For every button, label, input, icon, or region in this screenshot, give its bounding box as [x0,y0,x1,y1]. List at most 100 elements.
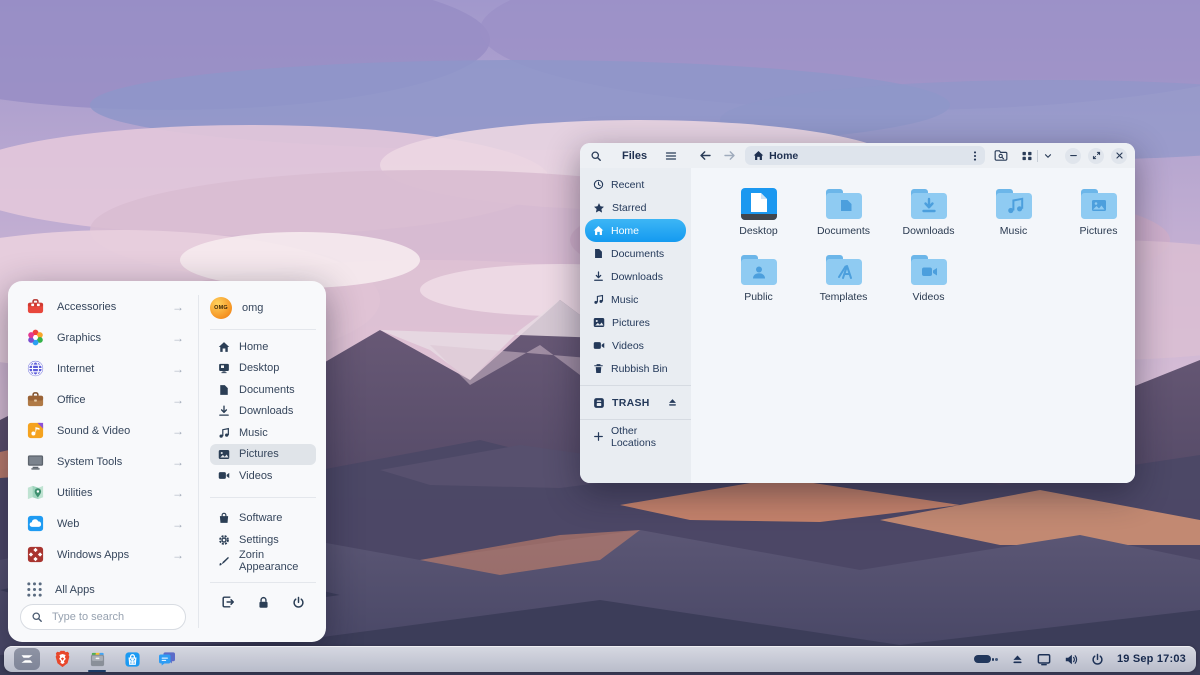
submenu-arrow-icon: → [172,300,184,314]
place-downloads[interactable]: Downloads [210,401,316,423]
place-label: Pictures [239,448,279,460]
place-label: Music [239,427,268,439]
home-icon [753,150,764,161]
submenu-arrow-icon: → [172,331,184,345]
menu-item-zorin-appearance[interactable]: Zorin Appearance [210,551,316,573]
category-windows-apps[interactable]: Windows Apps → [8,539,198,570]
back-button[interactable] [695,147,715,165]
sidebar-item-home[interactable]: Home [585,219,686,242]
sidebar-item-other-locations[interactable]: Other Locations [585,425,686,448]
menu-item-settings[interactable]: Settings [210,529,316,551]
path-bar[interactable]: Home [745,146,985,165]
folder-item-documents[interactable]: Documents [801,186,886,252]
sidebar-item-pictures[interactable]: Pictures [585,311,686,334]
place-videos[interactable]: Videos [210,465,316,487]
sidebar-item-rubbish-bin[interactable]: Rubbish Bin [585,357,686,380]
place-home[interactable]: Home [210,336,316,358]
place-desktop[interactable]: Desktop [210,358,316,380]
place-label: Videos [239,470,272,482]
search-box[interactable] [20,604,186,630]
avatar: OMG [210,297,232,319]
minimize-button[interactable] [1065,148,1081,164]
all-apps-label: All Apps [55,584,184,596]
category-label: Accessories [57,301,160,313]
power-icon[interactable] [292,596,305,609]
user-row[interactable]: OMG omg [210,293,316,323]
divider [210,582,316,583]
folder-item-public[interactable]: Public [716,252,801,318]
taskbar-app-messages[interactable] [154,648,180,670]
sidebar-item-starred[interactable]: Starred [585,196,686,219]
clock[interactable]: 19 Sep 17:03 [1117,653,1186,665]
folder-item-downloads[interactable]: Downloads [886,186,971,252]
category-graphics[interactable]: Graphics → [8,322,198,353]
category-system-tools[interactable]: System Tools → [8,446,198,477]
folder-item-templates[interactable]: Templates [801,252,886,318]
download-icon [593,271,604,282]
menu-item-software[interactable]: Software [210,508,316,530]
map-pin-icon [26,483,45,502]
folder-templates-icon [824,252,864,288]
current-location: Home [769,150,969,162]
folder-item-music[interactable]: Music [971,186,1056,252]
clock-icon [593,179,604,190]
menu-item-label: Software [239,512,282,524]
close-button[interactable] [1111,148,1127,164]
lock-icon[interactable] [257,596,270,609]
search-folder-button[interactable] [991,147,1011,165]
sidebar-item-documents[interactable]: Documents [585,242,686,265]
logout-icon[interactable] [221,595,235,609]
taskbar-app-software[interactable] [119,648,145,670]
volume-icon[interactable] [1064,653,1078,666]
folder-label: Music [1000,225,1027,237]
window-title: Files [622,150,647,162]
search-icon[interactable] [586,147,606,165]
place-pictures[interactable]: Pictures [210,444,316,466]
forward-button[interactable] [719,147,739,165]
category-web[interactable]: Web → [8,508,198,539]
desktop-folder-icon [739,186,779,222]
all-apps-button[interactable]: All Apps [8,574,198,605]
category-label: Utilities [57,487,160,499]
category-office[interactable]: Office → [8,384,198,415]
sidebar-item-recent[interactable]: Recent [585,173,686,196]
place-documents[interactable]: Documents [210,379,316,401]
eject-icon[interactable] [667,397,678,408]
taskbar-app-brave[interactable] [49,648,75,670]
files-content-area[interactable]: Desktop Documents Downloads Music [691,168,1135,483]
sidebar-label: Videos [612,340,644,352]
sidebar-item-downloads[interactable]: Downloads [585,265,686,288]
kebab-menu-icon[interactable] [969,150,981,162]
zorin-menu-button[interactable] [14,648,40,670]
view-options-chevron-icon[interactable] [1038,147,1058,165]
maximize-button[interactable] [1088,148,1104,164]
menu-item-label: Settings [239,534,279,546]
eject-icon[interactable] [1011,653,1024,666]
hamburger-menu-icon[interactable] [661,147,681,165]
divider [580,385,691,386]
folder-videos-icon [909,252,949,288]
grid-view-button[interactable] [1017,147,1037,165]
category-internet[interactable]: Internet → [8,353,198,384]
folder-item-videos[interactable]: Videos [886,252,971,318]
folder-item-pictures[interactable]: Pictures [1056,186,1135,252]
category-utilities[interactable]: Utilities → [8,477,198,508]
sidebar-item-videos[interactable]: Videos [585,334,686,357]
category-label: Graphics [57,332,160,344]
submenu-arrow-icon: → [172,424,184,438]
taskbar-app-files[interactable] [84,648,110,670]
system-tray: 19 Sep 17:03 [974,653,1186,666]
place-music[interactable]: Music [210,422,316,444]
battery-indicator[interactable] [974,655,998,663]
display-icon[interactable] [1037,653,1051,666]
sidebar-item-trash-drive[interactable]: TRASH [585,391,686,414]
power-icon[interactable] [1091,653,1104,666]
folder-label: Pictures [1080,225,1118,237]
view-toggle [1017,147,1058,165]
appearance-brush-icon [218,555,230,567]
folder-item-desktop[interactable]: Desktop [716,186,801,252]
sidebar-item-music[interactable]: Music [585,288,686,311]
category-sound-video[interactable]: Sound & Video → [8,415,198,446]
search-input[interactable] [50,610,164,624]
category-accessories[interactable]: Accessories → [8,291,198,322]
